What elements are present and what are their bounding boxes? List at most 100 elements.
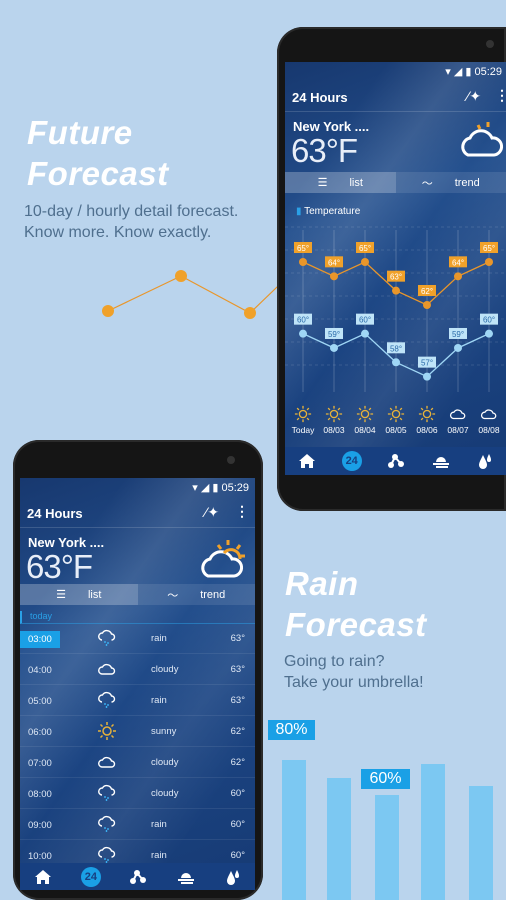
data-point xyxy=(485,329,493,338)
subtitle-line: Take your umbrella! xyxy=(284,674,424,691)
row-temp: 63° xyxy=(230,695,245,706)
data-point xyxy=(392,358,400,367)
24-hours-icon[interactable]: 24 xyxy=(80,867,101,887)
day-column: 08/07 xyxy=(443,405,473,435)
bottom-nav: 24 xyxy=(20,863,255,890)
sun-wind-icon[interactable] xyxy=(176,869,196,885)
camera xyxy=(486,40,494,48)
row-condition: rain xyxy=(151,819,167,830)
row-temp: 62° xyxy=(230,757,245,768)
day-column: 08/08 xyxy=(474,405,504,435)
rain-forecast-subtitle: Going to rain? Take your umbrella! xyxy=(284,651,424,693)
hourly-row[interactable]: 09:00 rain 60° xyxy=(20,809,255,840)
trend-dot xyxy=(175,270,187,282)
trend-icon: 〜 xyxy=(167,589,179,602)
hourly-row[interactable]: 06:00 sunny 62° xyxy=(20,716,255,747)
title-line: Forecast xyxy=(285,606,427,643)
trend-dot xyxy=(102,305,114,317)
tab-trend[interactable]: 〜 trend xyxy=(137,584,255,605)
row-condition: rain xyxy=(151,633,167,644)
title-line: Rain xyxy=(285,565,359,602)
data-label: 57° xyxy=(421,359,433,368)
day-column: 08/05 xyxy=(381,405,411,435)
trend-screen: ▾ ◢ ▮ 05:29 24 Hours ⁄✦ ⋮ New York .... … xyxy=(285,62,506,475)
data-label: 59° xyxy=(452,330,464,339)
row-time: 03:00 xyxy=(20,631,60,648)
row-condition: rain xyxy=(151,850,167,861)
24-hours-icon[interactable]: 24 xyxy=(341,451,362,471)
sun-icon xyxy=(381,405,411,425)
data-point xyxy=(299,329,307,338)
row-temp: 63° xyxy=(230,633,245,644)
day-label: 08/04 xyxy=(354,425,376,435)
sun-icon xyxy=(412,405,442,425)
row-condition: sunny xyxy=(151,726,177,737)
trend-nodes-icon[interactable] xyxy=(129,869,147,885)
row-temp: 60° xyxy=(230,850,245,861)
day-label: 08/06 xyxy=(416,425,438,435)
rain-bar xyxy=(282,760,306,900)
more-menu-icon[interactable]: ⋮ xyxy=(235,503,249,520)
row-condition: cloudy xyxy=(151,664,179,675)
data-point xyxy=(392,286,400,295)
day-column: 08/03 xyxy=(319,405,349,435)
sun-icon xyxy=(97,721,117,744)
data-label: 59° xyxy=(328,330,340,339)
tab-label: list xyxy=(87,588,102,601)
rain-icon xyxy=(97,690,117,713)
data-point xyxy=(423,300,431,309)
data-label: 58° xyxy=(390,344,402,353)
list-screen: ▾ ◢ ▮ 05:29 24 Hours ⁄✦ ⋮ New York .... … xyxy=(20,478,255,890)
data-label: 63° xyxy=(390,273,402,282)
trend-nodes-icon[interactable] xyxy=(387,453,405,469)
row-time: 08:00 xyxy=(28,789,52,800)
data-label: 64° xyxy=(452,258,464,267)
tab-label: trend xyxy=(200,588,226,601)
cloud-icon xyxy=(97,659,117,682)
app-bar: 24 Hours ⁄✦ ⋮ xyxy=(20,498,255,528)
day-column: 08/04 xyxy=(350,405,380,435)
tab-list[interactable]: ☰ list xyxy=(20,584,138,605)
subtitle-line: Going to rain? xyxy=(284,653,385,670)
data-label: 65° xyxy=(359,244,371,253)
cloud-icon xyxy=(474,405,504,425)
current-temp: 63°F xyxy=(26,548,93,585)
row-temp: 63° xyxy=(230,664,245,675)
rain-percent-label: 80% xyxy=(268,720,315,740)
sun-wind-icon[interactable] xyxy=(431,453,451,469)
water-drops-icon[interactable] xyxy=(477,452,493,470)
camera xyxy=(227,456,235,464)
row-time: 06:00 xyxy=(28,727,52,738)
magic-wand-icon[interactable]: ⁄✦ xyxy=(205,504,219,521)
day-label: 08/05 xyxy=(385,425,407,435)
water-drops-icon[interactable] xyxy=(225,868,241,886)
data-point xyxy=(330,272,338,281)
day-label: Today xyxy=(291,425,315,435)
data-point xyxy=(454,343,462,352)
data-point xyxy=(330,343,338,352)
data-label: 60° xyxy=(483,316,495,325)
home-icon[interactable] xyxy=(298,453,316,469)
rain-bar xyxy=(469,786,493,900)
row-temp: 60° xyxy=(230,819,245,830)
hourly-row[interactable]: 05:00 rain 63° xyxy=(20,685,255,716)
day-label: 08/07 xyxy=(447,425,469,435)
row-condition: cloudy xyxy=(151,788,179,799)
rain-icon xyxy=(97,628,117,651)
hourly-row[interactable]: 03:00 rain 63° xyxy=(20,623,255,654)
hourly-row[interactable]: 08:00 cloudy 60° xyxy=(20,778,255,809)
home-icon[interactable] xyxy=(34,869,52,885)
data-label: 62° xyxy=(421,287,433,296)
data-point xyxy=(299,258,307,266)
data-label: 65° xyxy=(297,244,309,253)
rain-bar xyxy=(421,763,445,900)
cloud-icon xyxy=(443,405,473,425)
hourly-row[interactable]: 04:00 cloudy 63° xyxy=(20,654,255,685)
hourly-row[interactable]: 07:00 cloudy 62° xyxy=(20,747,255,778)
row-condition: cloudy xyxy=(151,757,179,768)
data-label: 64° xyxy=(328,258,340,267)
rain-icon xyxy=(97,783,117,806)
sun-icon xyxy=(350,405,380,425)
partly-cloudy-icon xyxy=(201,540,245,578)
day-column: 08/06 xyxy=(412,405,442,435)
